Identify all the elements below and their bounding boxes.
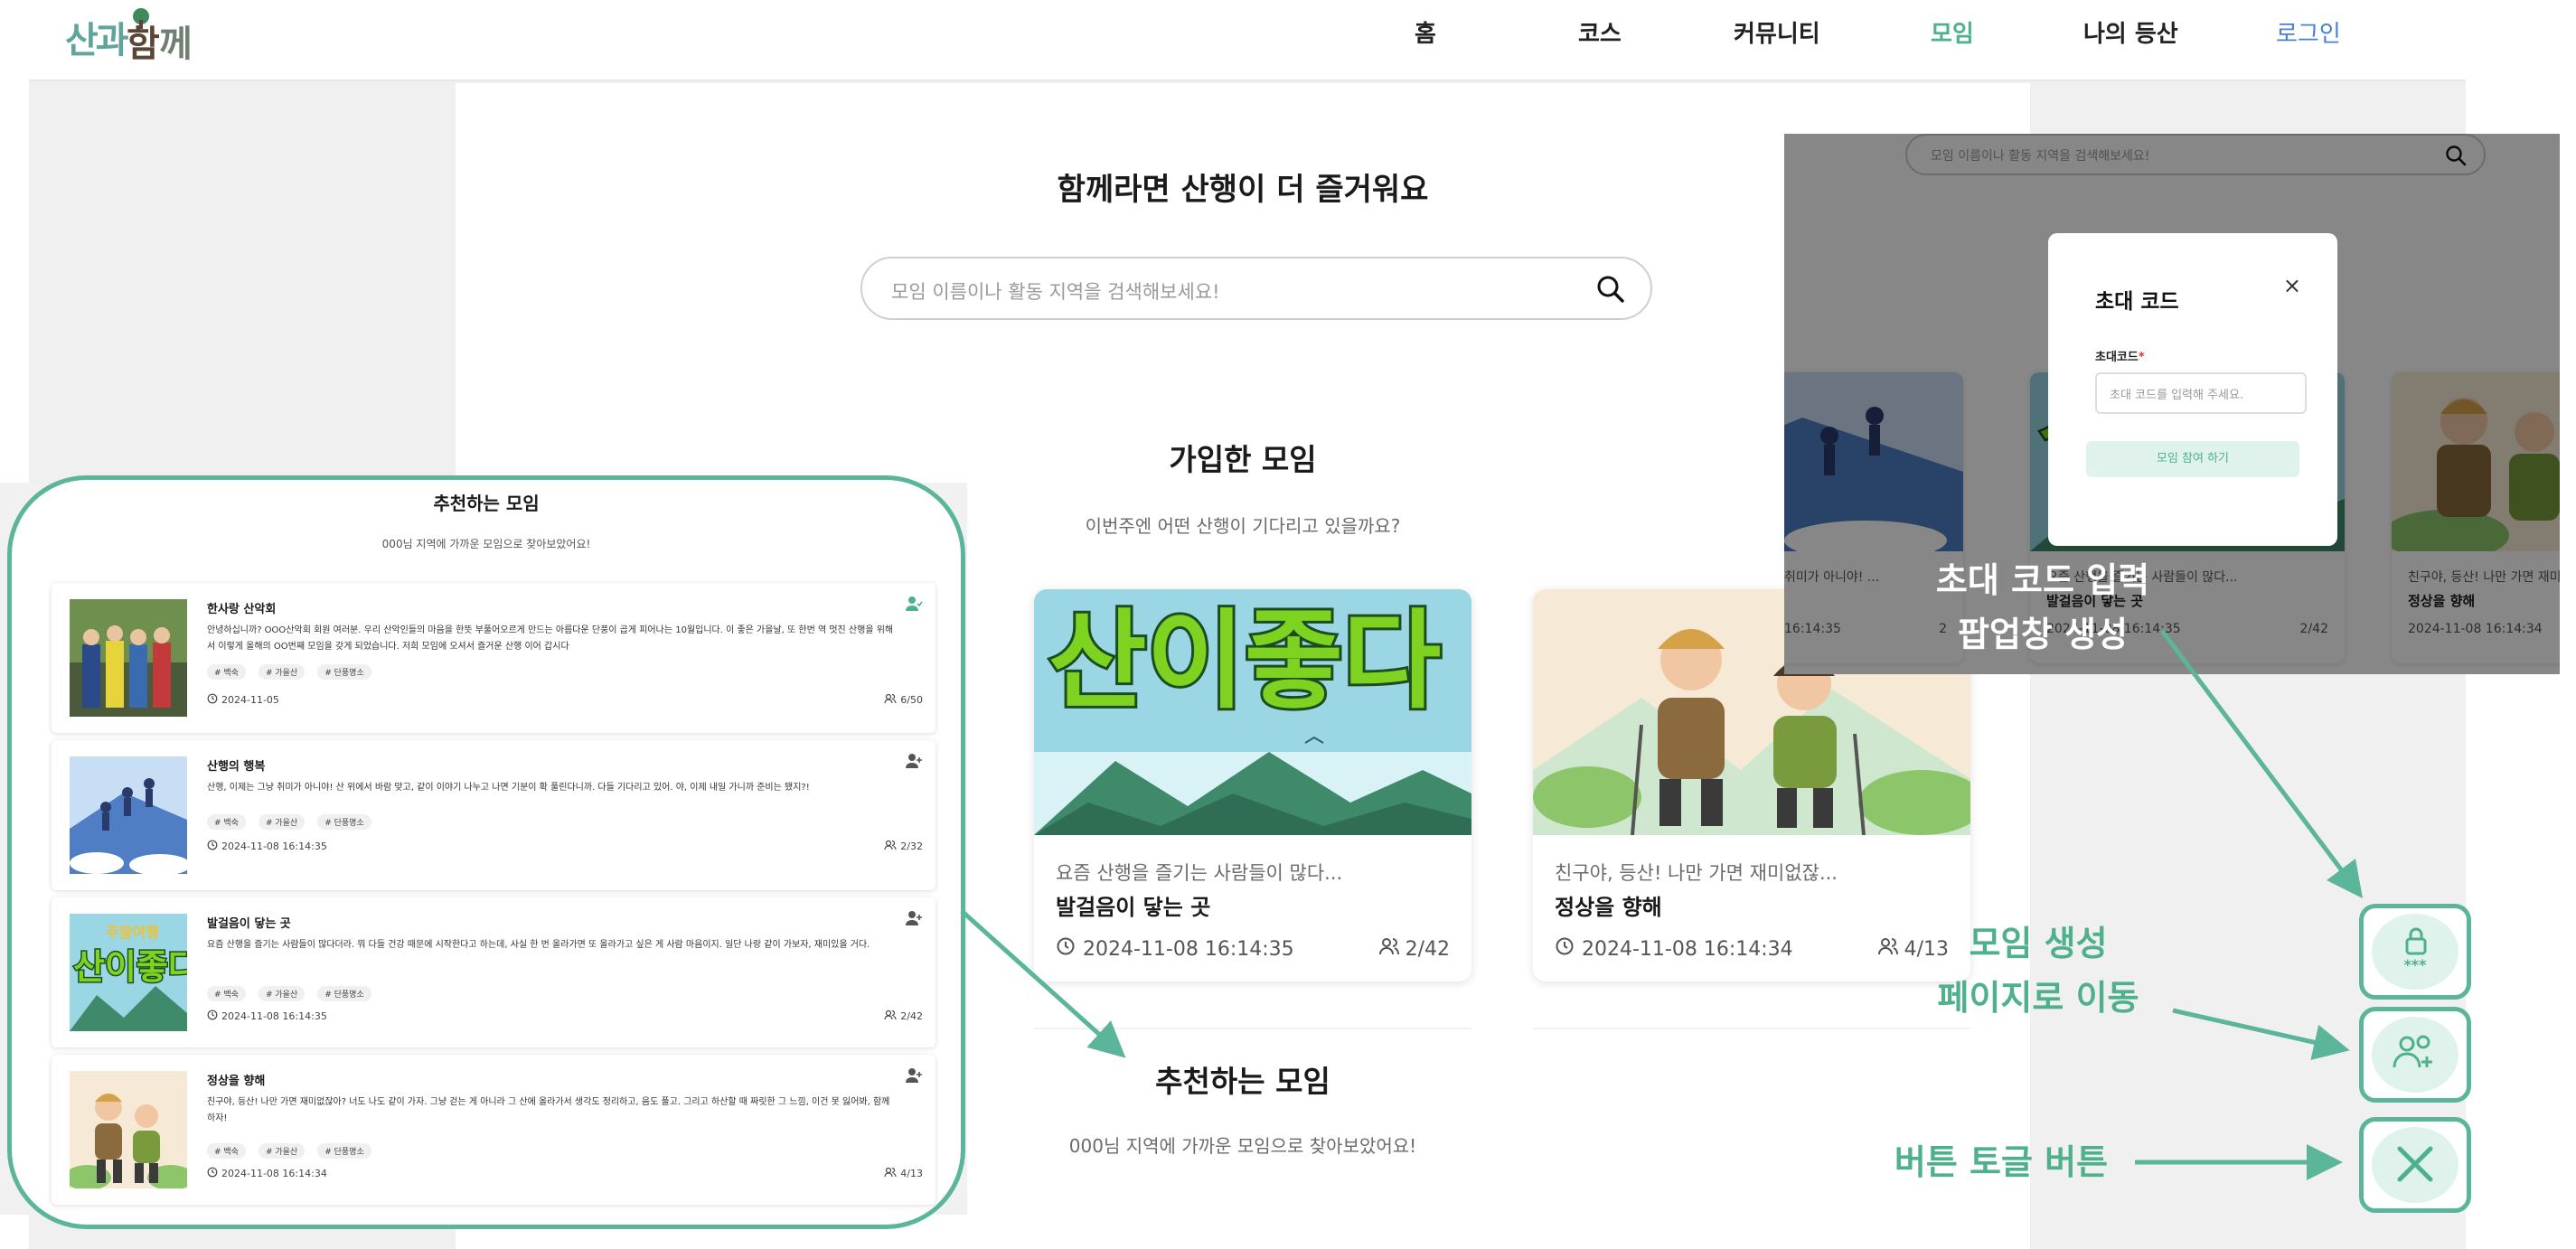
annotation-arrows bbox=[960, 629, 2363, 1180]
arrow-to-recommended bbox=[960, 909, 1126, 1058]
arrow-to-invite-fab bbox=[2160, 629, 2363, 898]
stage: 산과 함 께 홈 코스 커뮤니티 모임 나의 등산 로그인 함께라면 산행이 더… bbox=[0, 0, 2576, 1249]
arrow-to-create-fab bbox=[2172, 1008, 2350, 1060]
